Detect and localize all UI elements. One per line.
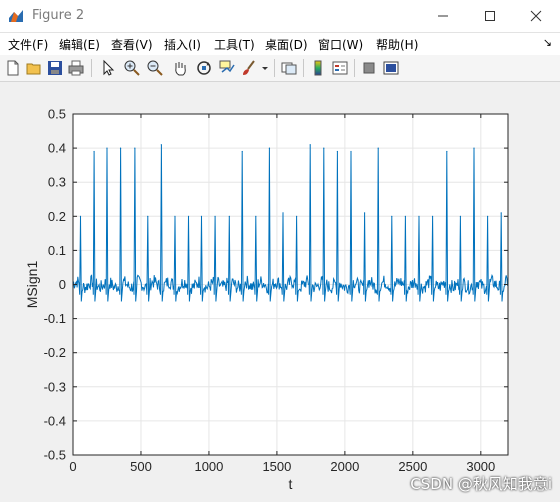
data-point — [350, 150, 352, 153]
data-point — [93, 150, 95, 153]
data-point — [391, 215, 393, 217]
toolbar-separator — [91, 59, 92, 77]
x-tick-label: 1000 — [194, 459, 223, 474]
close-button[interactable] — [513, 0, 559, 32]
data-point — [119, 147, 122, 149]
menu-file[interactable]: 文件(F) — [8, 36, 48, 53]
figure-toolbar — [0, 55, 560, 82]
y-tick-label: 0.3 — [48, 175, 66, 190]
data-point — [241, 150, 243, 153]
y-tick-label: -0.4 — [44, 413, 66, 428]
open-file-icon[interactable] — [25, 59, 43, 77]
data-point — [459, 215, 462, 217]
new-figure-icon[interactable] — [4, 59, 22, 77]
data-point — [363, 212, 366, 214]
y-tick-label: 0.1 — [48, 243, 66, 258]
y-tick-label: -0.5 — [44, 448, 66, 463]
brush-icon[interactable] — [240, 59, 258, 77]
data-point — [473, 147, 475, 149]
y-tick-label: 0.5 — [48, 107, 66, 122]
data-point — [214, 215, 216, 217]
data-cursor-icon[interactable] — [218, 59, 236, 77]
x-tick-label: 0 — [69, 459, 76, 474]
show-plot-tools-icon[interactable] — [382, 59, 400, 77]
figure-canvas: 0 500 1000 1500 2000 2500 3000 -0.5 -0.4 -0.3 -0.2… — [0, 82, 560, 502]
data-point — [160, 144, 162, 146]
toolbar-separator — [354, 59, 355, 77]
x-tick-label: 500 — [130, 459, 152, 474]
data-point — [79, 215, 82, 217]
data-point — [336, 150, 338, 153]
data-point — [200, 215, 203, 217]
menu-bar: 文件(F) 编辑(E) 查看(V) 插入(I) 工具(T) 桌面(D) 窗口(W… — [0, 33, 560, 55]
y-tick-label: 0 — [59, 277, 66, 292]
x-tick-label: 3000 — [466, 459, 495, 474]
menu-insert[interactable]: 插入(I) — [164, 36, 201, 53]
print-icon[interactable] — [67, 59, 85, 77]
menu-edit[interactable]: 编辑(E) — [59, 36, 100, 53]
matlab-app-icon — [9, 10, 23, 22]
data-point — [296, 215, 298, 217]
close-icon — [530, 10, 542, 22]
x-tick-label: 2500 — [398, 459, 427, 474]
data-point — [487, 215, 489, 217]
maximize-button[interactable] — [467, 0, 513, 32]
y-tick-label: 0.2 — [48, 209, 66, 224]
data-point — [431, 215, 434, 217]
zoom-out-icon[interactable] — [146, 59, 164, 77]
y-tick-label: -0.2 — [44, 345, 66, 360]
y-axis-label: MSign1 — [24, 261, 40, 309]
data-point — [404, 215, 406, 217]
data-point — [106, 147, 108, 149]
y-tick-label: -0.1 — [44, 311, 66, 326]
menu-tools[interactable]: 工具(T) — [214, 36, 255, 53]
menu-desktop[interactable]: 桌面(D) — [265, 36, 308, 53]
data-point — [377, 147, 379, 149]
window-title: Figure 2 — [32, 8, 85, 23]
data-point — [418, 215, 420, 217]
y-tick-label: -0.3 — [44, 379, 66, 394]
x-axis-label: t — [289, 476, 293, 492]
x-tick-label: 2000 — [330, 459, 359, 474]
data-point — [255, 215, 257, 217]
menu-view[interactable]: 查看(V) — [111, 36, 153, 53]
data-point — [323, 147, 325, 149]
brush-dropdown-icon[interactable] — [260, 59, 270, 77]
data-point — [134, 147, 136, 149]
data-point — [500, 212, 502, 214]
rotate-3d-icon[interactable] — [195, 59, 213, 77]
data-point — [147, 215, 149, 217]
save-icon[interactable] — [46, 59, 64, 77]
colorbar-icon[interactable] — [309, 59, 327, 77]
data-point — [446, 150, 448, 153]
zoom-in-icon[interactable] — [123, 59, 141, 77]
menu-window[interactable]: 窗口(W) — [318, 36, 363, 53]
minimize-button[interactable] — [420, 0, 466, 32]
pointer-icon[interactable] — [99, 59, 117, 77]
maximize-icon — [485, 11, 495, 21]
toolbar-separator — [303, 59, 304, 77]
y-tick-label: 0.4 — [48, 141, 66, 156]
menu-dock-arrow-icon[interactable]: ↘ — [543, 36, 552, 49]
data-point — [187, 215, 190, 217]
hide-plot-tools-icon[interactable] — [360, 59, 378, 77]
legend-icon[interactable] — [331, 59, 349, 77]
toolbar-separator — [274, 59, 275, 77]
line-plot[interactable]: 0 500 1000 1500 2000 2500 3000 -0.5 -0.4 -0.3 -0.2… — [0, 82, 560, 502]
x-tick-label: 1500 — [262, 459, 291, 474]
data-point — [282, 212, 284, 214]
pan-hand-icon[interactable] — [171, 59, 189, 77]
watermark-text: CSDN @秋风知我意i — [410, 475, 552, 493]
link-plot-icon[interactable] — [280, 59, 298, 77]
data-point — [268, 147, 271, 149]
data-point — [174, 215, 176, 217]
data-point — [228, 215, 230, 217]
menu-help[interactable]: 帮助(H) — [376, 36, 418, 53]
data-point — [309, 144, 311, 146]
minimize-icon — [438, 15, 448, 17]
window-titlebar: Figure 2 — [0, 0, 560, 33]
